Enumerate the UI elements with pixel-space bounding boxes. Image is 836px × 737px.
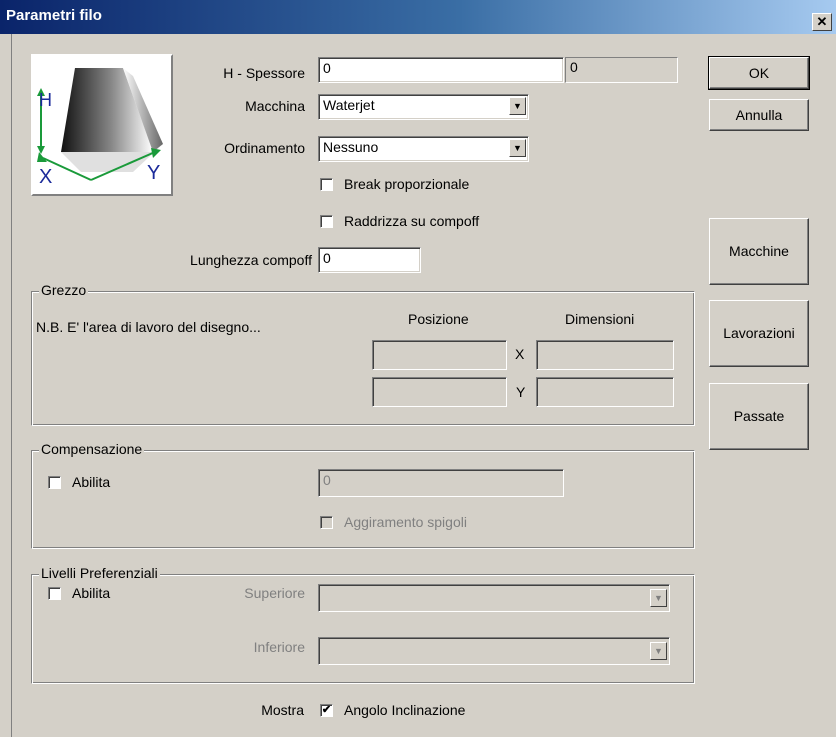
break-proporzionale-checkbox[interactable] xyxy=(320,178,333,191)
superiore-select: ▼ xyxy=(318,584,670,612)
close-button[interactable]: ✕ xyxy=(812,13,832,31)
aggiramento-spigoli-label: Aggiramento spigoli xyxy=(344,514,467,530)
inferiore-label: Inferiore xyxy=(253,639,305,655)
ordinamento-dropdown-button[interactable]: ▼ xyxy=(509,139,526,157)
livelli-title: Livelli Preferenziali xyxy=(39,565,160,581)
angolo-inclinazione-checkbox[interactable]: ✔ xyxy=(320,704,333,717)
macchina-dropdown-button[interactable]: ▼ xyxy=(509,97,526,115)
chevron-down-icon: ▼ xyxy=(654,646,663,656)
h-axis-label: H xyxy=(39,90,52,110)
livelli-abilita-label: Abilita xyxy=(72,585,111,601)
compensazione-group xyxy=(31,450,695,549)
break-proporzionale-label: Break proporzionale xyxy=(344,176,470,192)
grezzo-y-label: Y xyxy=(516,384,526,400)
spessore-label: H - Spessore xyxy=(223,65,305,81)
ordinamento-label: Ordinamento xyxy=(224,140,305,156)
grezzo-title: Grezzo xyxy=(39,282,89,298)
macchina-select[interactable]: Waterjet ▼ xyxy=(318,94,529,120)
title-bar: Parametri filo ✕ xyxy=(0,0,836,34)
mostra-label: Mostra xyxy=(261,702,304,718)
annulla-button[interactable]: Annulla xyxy=(709,99,809,131)
dimensioni-label: Dimensioni xyxy=(565,311,635,327)
macchina-value: Waterjet xyxy=(323,97,375,113)
lunghezza-compoff-label: Lunghezza compoff xyxy=(190,252,312,268)
grezzo-x-label: X xyxy=(515,346,525,362)
superiore-dropdown-button: ▼ xyxy=(650,589,667,607)
aggiramento-spigoli-checkbox xyxy=(320,516,333,529)
passate-button[interactable]: Passate xyxy=(709,383,809,450)
superiore-label: Superiore xyxy=(244,585,305,601)
livelli-abilita-checkbox[interactable] xyxy=(48,587,61,600)
grezzo-posizione-y xyxy=(372,377,507,407)
inferiore-select: ▼ xyxy=(318,637,670,665)
window-title: Parametri filo xyxy=(6,7,102,24)
grezzo-dimensioni-x xyxy=(536,340,674,370)
x-axis-label: X xyxy=(39,166,53,188)
macchina-label: Macchina xyxy=(245,98,305,114)
chevron-down-icon: ▼ xyxy=(513,143,522,153)
y-axis-label: Y xyxy=(147,162,161,184)
spessore-input[interactable]: 0 xyxy=(318,57,564,83)
spessore-readout: 0 xyxy=(565,57,678,83)
ok-button[interactable]: OK xyxy=(708,56,810,90)
raddrizza-label: Raddrizza su compoff xyxy=(344,213,480,229)
raddrizza-checkbox[interactable] xyxy=(320,215,333,228)
compensazione-value-input: 0 xyxy=(318,469,564,497)
posizione-label: Posizione xyxy=(408,311,469,327)
thickness-diagram-icon: H X Y xyxy=(31,54,173,196)
lunghezza-compoff-input[interactable]: 0 xyxy=(318,247,421,273)
chevron-down-icon: ▼ xyxy=(513,101,522,111)
chevron-down-icon: ▼ xyxy=(654,593,663,603)
ordinamento-value: Nessuno xyxy=(323,139,379,155)
macchine-button[interactable]: Macchine xyxy=(709,218,809,285)
lavorazioni-button[interactable]: Lavorazioni xyxy=(709,300,809,367)
left-window-edge xyxy=(0,34,12,737)
compensazione-abilita-checkbox[interactable] xyxy=(48,476,61,489)
compensazione-abilita-label: Abilita xyxy=(72,474,111,490)
grezzo-dimensioni-y xyxy=(536,377,674,407)
ordinamento-select[interactable]: Nessuno ▼ xyxy=(318,136,529,162)
grezzo-posizione-x xyxy=(372,340,507,370)
grezzo-note: N.B. E' l'area di lavoro del disegno... xyxy=(36,319,261,335)
inferiore-dropdown-button: ▼ xyxy=(650,642,667,660)
angolo-inclinazione-label: Angolo Inclinazione xyxy=(344,702,466,718)
compensazione-title: Compensazione xyxy=(39,441,145,457)
